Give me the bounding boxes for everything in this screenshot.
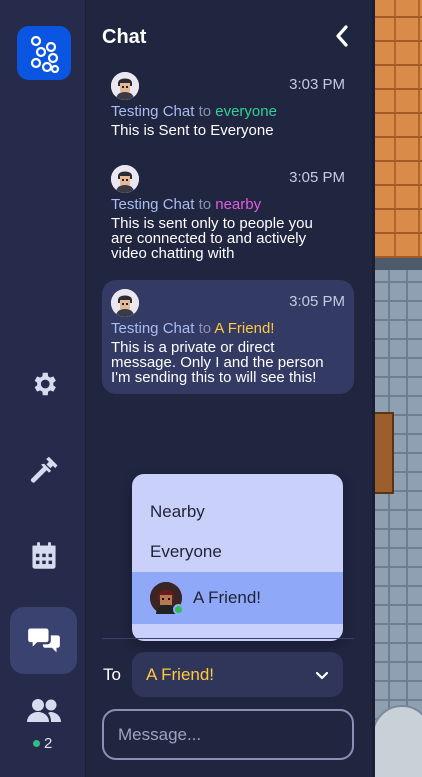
online-status-dot — [33, 740, 40, 747]
online-count: 2 — [33, 735, 52, 752]
friend-online-status — [173, 604, 184, 615]
online-count-value: 2 — [44, 735, 53, 752]
chat-message-private: 3:05 PM Testing Chat to A Friend! This i… — [102, 280, 354, 394]
map-wall — [372, 258, 422, 270]
message-meta: Testing Chat to A Friend! — [111, 320, 345, 338]
message-line: video chatting with — [111, 245, 235, 262]
app-logo-icon[interactable] — [17, 26, 71, 80]
build-button[interactable] — [10, 437, 77, 504]
message-meta: Testing Chat to nearby — [111, 196, 345, 214]
map-edge — [372, 0, 375, 777]
menu-option-nearby[interactable]: Nearby — [132, 492, 343, 532]
to-word: to — [198, 103, 212, 120]
menu-option-friend[interactable]: A Friend! — [132, 572, 343, 624]
chat-button[interactable] — [10, 607, 77, 674]
message-time: 3:03 PM — [289, 76, 345, 93]
recipient-everyone: everyone — [215, 103, 277, 120]
message-text: This is Sent to Everyone — [111, 122, 274, 139]
message-text: This is a private or direct message. Onl… — [111, 340, 345, 395]
panel-title: Chat — [102, 26, 147, 48]
message-time: 3:05 PM — [289, 293, 345, 310]
build-hammer-icon — [27, 454, 61, 488]
map-umbrella — [372, 705, 422, 777]
sender-name: Testing Chat — [111, 320, 195, 337]
collapse-chevron-icon — [335, 24, 349, 52]
menu-option-friend-label: A Friend! — [193, 588, 262, 607]
recipient-friend: A Friend! — [214, 320, 275, 337]
map-wood-floor — [372, 0, 422, 258]
to-word: to — [198, 196, 212, 213]
participants-button[interactable] — [10, 690, 77, 730]
calendar-button[interactable] — [10, 522, 77, 589]
message-text: This is sent only to people you are conn… — [111, 216, 345, 271]
avatar — [111, 289, 139, 317]
message-time: 3:05 PM — [289, 169, 345, 186]
participants-icon — [26, 697, 62, 723]
collapse-panel-button[interactable] — [330, 24, 354, 52]
avatar — [111, 165, 139, 193]
recipient-select-value: A Friend! — [146, 664, 215, 684]
message-line: are connected to and actively — [111, 230, 307, 247]
to-word: to — [198, 320, 212, 337]
message-line: message. Only I and the person — [111, 354, 324, 371]
map-tile-floor — [372, 270, 422, 777]
calendar-icon — [30, 541, 58, 571]
message-meta: Testing Chat to everyone — [111, 103, 345, 121]
message-line: I'm sending this to will see this! — [111, 369, 317, 386]
recipient-nearby: nearby — [215, 196, 262, 213]
settings-button[interactable] — [10, 350, 77, 417]
icon-rail: 2 — [0, 0, 86, 777]
avatar — [111, 72, 139, 100]
chat-bubbles-icon — [27, 626, 61, 656]
recipient-menu: Nearby Everyone A Friend! — [132, 474, 343, 641]
message-input[interactable] — [102, 709, 354, 760]
dropdown-chevron-icon — [315, 668, 329, 686]
sender-name: Testing Chat — [111, 103, 195, 120]
map-bench — [372, 412, 394, 494]
chat-message: 3:05 PM Testing Chat to nearby This is s… — [102, 156, 354, 271]
sender-name: Testing Chat — [111, 196, 195, 213]
recipient-select[interactable]: A Friend! — [132, 652, 343, 697]
message-line: This is a private or direct — [111, 339, 275, 356]
message-line: This is sent only to people you — [111, 215, 313, 232]
settings-gear-icon — [29, 369, 59, 399]
to-label: To — [103, 665, 121, 684]
friend-avatar — [150, 582, 184, 615]
chat-message: 3:03 PM Testing Chat to everyone This is… — [102, 63, 354, 148]
menu-option-everyone[interactable]: Everyone — [132, 532, 343, 572]
game-map[interactable] — [372, 0, 422, 777]
composer-divider — [102, 638, 354, 639]
